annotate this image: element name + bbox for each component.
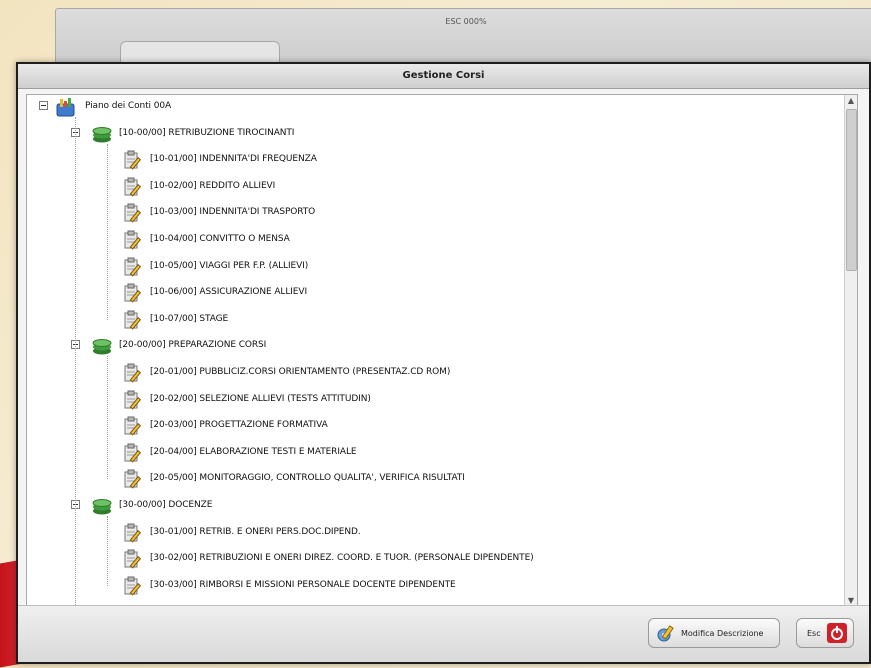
tree-node-label: Piano dei Conti 00A <box>85 101 172 111</box>
tree-node-item[interactable]: [10-04/00] CONVITTO O MENSA <box>27 228 827 252</box>
tree-node-label: [20-02/00] SELEZIONE ALLIEVI (TESTS ATTI… <box>150 393 371 404</box>
document-pencil-icon <box>124 150 142 170</box>
tree-node-label: [10-01/00] INDENNITA'DI FREQUENZA <box>150 154 317 165</box>
tree-node-label: [10-00/00] RETRIBUZIONE TIROCINANTI <box>119 127 295 138</box>
tree-node-item[interactable]: [20-01/00] PUBBLICIZ.CORSI ORIENTAMENTO … <box>27 361 827 385</box>
stack-green-icon <box>92 126 112 143</box>
power-icon <box>827 623 847 643</box>
document-pencil-icon <box>124 416 142 436</box>
modify-description-label: Modifica Descrizione <box>681 629 764 638</box>
document-pencil-icon <box>124 549 142 569</box>
stack-green-icon <box>92 339 112 355</box>
chart-folder-icon <box>56 98 75 117</box>
tree-node-item[interactable]: [10-06/00] ASSICURAZIONE ALLIEVI <box>27 281 827 305</box>
collapse-minus-icon[interactable] <box>39 101 48 110</box>
tree-node-item[interactable]: [10-03/00] INDENNITA'DI TRASPORTO <box>27 201 827 225</box>
tree-node-label: [30-00/00] DOCENZE <box>119 500 213 510</box>
tree-node-item[interactable]: [30-01/00] RETRIB. E ONERI PERS.DOC.DIPE… <box>27 521 827 545</box>
tree-node-item[interactable]: [20-04/00] ELABORAZIONE TESTI E MATERIAL… <box>27 441 827 465</box>
tree-node-label: [10-02/00] REDDITO ALLIEVI <box>150 180 276 191</box>
tree-node-label: [20-03/00] PROGETTAZIONE FORMATIVA <box>150 420 328 431</box>
tree-node-label: [10-05/00] VIAGGI PER F.P. (ALLIEVI) <box>150 260 309 271</box>
tree-node-label: [10-06/00] ASSICURAZIONE ALLIEVI <box>150 287 307 298</box>
document-pencil-icon <box>124 576 142 596</box>
tree-connector <box>75 117 76 607</box>
document-pencil-icon <box>124 230 142 250</box>
document-pencil-icon <box>124 283 142 303</box>
document-pencil-icon <box>124 257 142 277</box>
tree-node-item[interactable]: [20-03/00] PROGETTAZIONE FORMATIVA <box>27 414 827 438</box>
document-pencil-icon <box>124 177 142 197</box>
modify-description-button[interactable]: Modifica Descrizione <box>648 618 780 648</box>
tree-node-label: [30-03/00] RIMBORSI E MISSIONI PERSONALE… <box>150 579 456 590</box>
dialog-title: Gestione Corsi <box>18 64 869 89</box>
vertical-scrollbar[interactable]: ▲ ▼ <box>844 95 857 607</box>
tree-node-label: [10-04/00] CONVITTO O MENSA <box>150 234 290 244</box>
stack-green-icon <box>92 499 112 515</box>
document-pencil-icon <box>124 363 142 383</box>
tree-node-group[interactable]: [30-00/00] DOCENZE <box>27 494 827 518</box>
tree-node-label: [10-07/00] STAGE <box>150 313 229 324</box>
tree-connector <box>107 356 108 480</box>
tree-node-group[interactable]: [20-00/00] PREPARAZIONE CORSI <box>27 334 827 358</box>
tree-node-item[interactable]: [10-01/00] INDENNITA'DI FREQUENZA <box>27 148 827 172</box>
tree-node-label: [30-01/00] RETRIB. E ONERI PERS.DOC.DIPE… <box>150 526 361 537</box>
document-pencil-icon <box>124 390 142 410</box>
edit-gear-icon <box>657 625 674 642</box>
tree-node-item[interactable]: [10-02/00] REDDITO ALLIEVI <box>27 175 827 199</box>
tree-connector <box>107 516 108 586</box>
document-pencil-icon <box>124 310 142 330</box>
tree-node-item[interactable]: [30-03/00] RIMBORSI E MISSIONI PERSONALE… <box>27 574 827 598</box>
gestione-corsi-dialog: Gestione Corsi Piano dei Conti 00A [10-00… <box>16 62 871 664</box>
tree-node-label: [30-02/00] RETRIBUZIONI E ONERI DIREZ. C… <box>150 553 534 564</box>
tree-node-label: [20-04/00] ELABORAZIONE TESTI E MATERIAL… <box>150 446 357 457</box>
tree-node-item[interactable]: [10-05/00] VIAGGI PER F.P. (ALLIEVI) <box>27 255 827 279</box>
dialog-footer: Modifica Descrizione Esc <box>18 605 869 662</box>
tree-node-item[interactable]: [20-02/00] SELEZIONE ALLIEVI (TESTS ATTI… <box>27 388 827 412</box>
tree-node-group[interactable]: [10-00/00] RETRIBUZIONE TIROCINANTI <box>27 122 827 146</box>
tree-node-item[interactable]: [30-02/00] RETRIBUZIONI E ONERI DIREZ. C… <box>27 547 827 571</box>
tree-node-item[interactable]: [20-05/00] MONITORAGGIO, CONTROLLO QUALI… <box>27 467 827 491</box>
tree-node-item[interactable]: [10-07/00] STAGE <box>27 308 827 332</box>
document-pencil-icon <box>124 523 142 543</box>
background-window-title: ESC 000% <box>445 17 487 26</box>
document-pencil-icon <box>124 443 142 463</box>
exit-button[interactable]: Esc <box>796 618 854 648</box>
document-pencil-icon <box>124 203 142 223</box>
tree-node-root[interactable]: Piano dei Conti 00A <box>27 95 827 119</box>
scroll-thumb[interactable] <box>846 109 857 271</box>
document-pencil-icon <box>124 469 142 489</box>
tree-content: Piano dei Conti 00A [10-00/00] RETRIBUZIO… <box>27 95 845 607</box>
scroll-up-icon[interactable]: ▲ <box>845 95 857 107</box>
tree-node-label: [20-01/00] PUBBLICIZ.CORSI ORIENTAMENTO … <box>150 367 451 377</box>
exit-label: Esc <box>807 629 821 638</box>
tree-node-label: [20-00/00] PREPARAZIONE CORSI <box>119 340 267 351</box>
tree-node-label: [10-03/00] INDENNITA'DI TRASPORTO <box>150 207 316 218</box>
tree-view[interactable]: Piano dei Conti 00A [10-00/00] RETRIBUZIO… <box>26 94 858 608</box>
tree-node-label: [20-05/00] MONITORAGGIO, CONTROLLO QUALI… <box>150 473 465 484</box>
tree-connector <box>107 143 108 320</box>
